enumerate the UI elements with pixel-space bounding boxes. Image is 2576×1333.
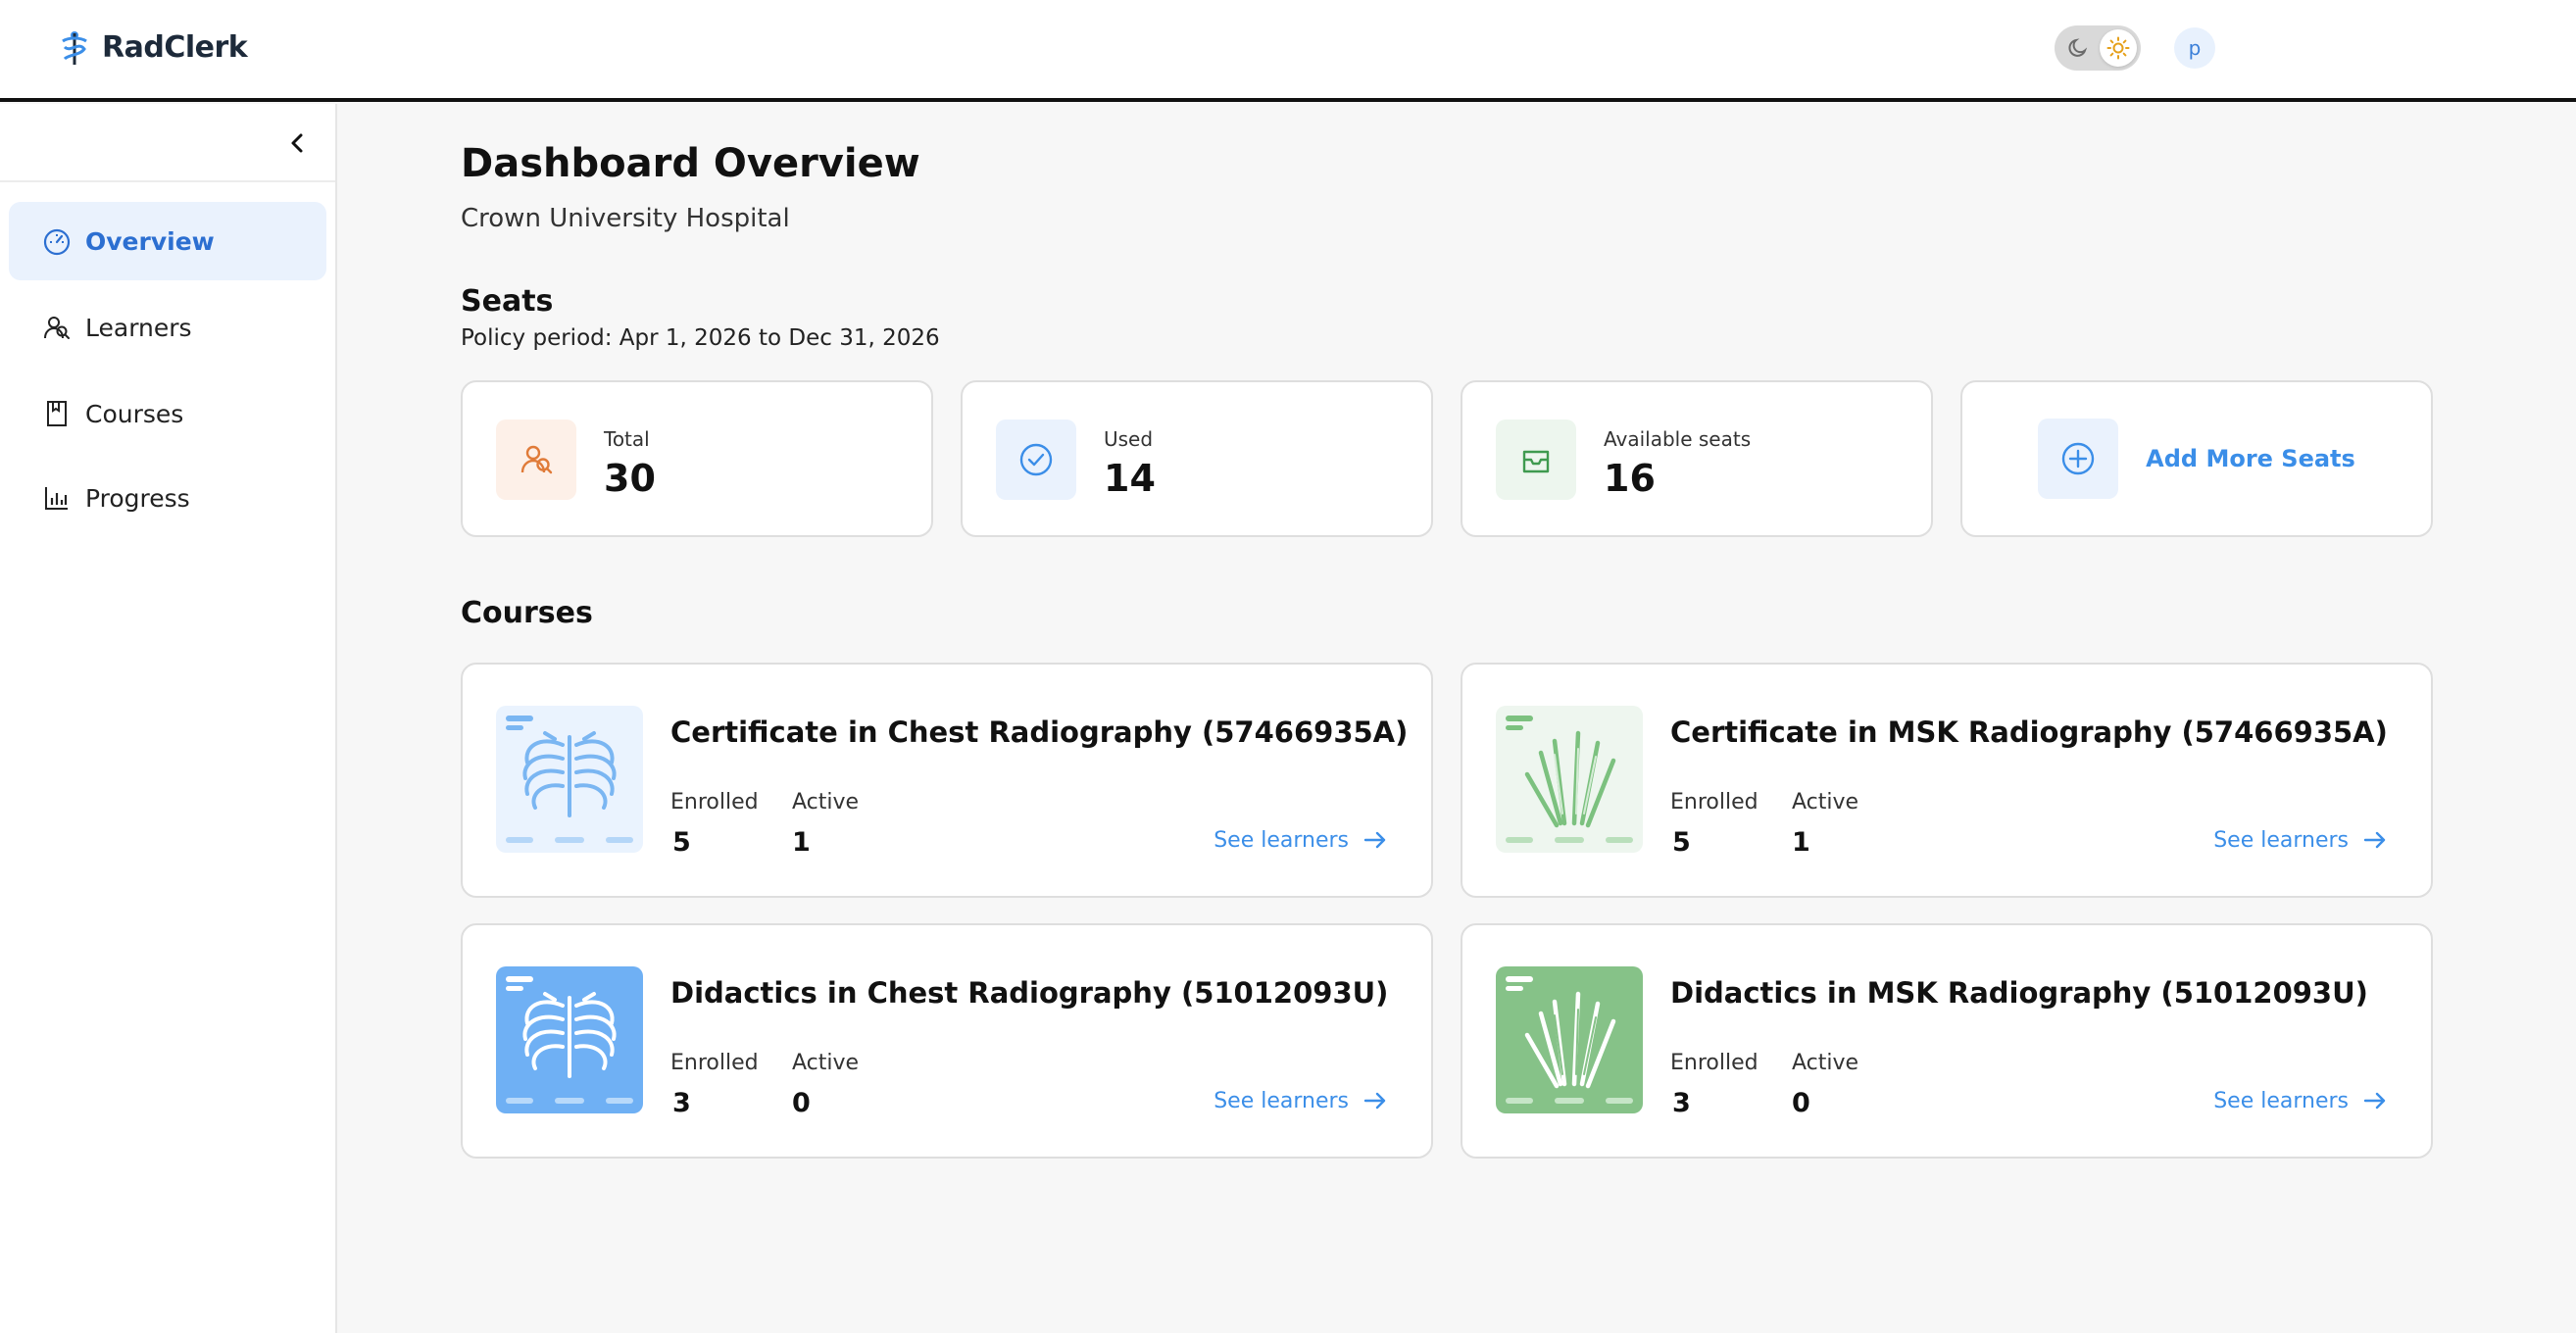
arrow-right-icon	[2363, 1092, 2386, 1110]
enrolled-label: Enrolled	[670, 1051, 759, 1075]
course-card: Certificate in Chest Radiography (574669…	[461, 663, 1433, 898]
available-seats-icon-box	[1496, 420, 1576, 500]
see-learners-label: See learners	[1214, 827, 1349, 853]
brand-name: RadClerk	[102, 29, 248, 65]
enrolled-count: 3	[672, 1088, 691, 1118]
arrow-right-icon	[2363, 831, 2386, 849]
stat-label: Available seats	[1604, 427, 1752, 451]
see-learners-label: See learners	[2213, 1088, 2349, 1113]
courses-heading: Courses	[461, 596, 593, 630]
users-icon	[44, 317, 70, 339]
sidebar: Overview Learners Courses Progress	[0, 104, 337, 1333]
course-thumbnail	[496, 966, 643, 1113]
inbox-icon	[1522, 450, 1550, 473]
hand-xray-icon	[1506, 716, 1633, 843]
stat-value: 16	[1604, 457, 1656, 500]
sidebar-item-overview[interactable]: Overview	[9, 202, 326, 280]
used-seats-icon-box	[996, 420, 1076, 500]
enrolled-label: Enrolled	[1670, 790, 1759, 815]
active-count: 0	[792, 1088, 811, 1118]
sidebar-item-courses[interactable]: Courses	[9, 374, 326, 453]
sidebar-item-label: Learners	[85, 313, 192, 342]
see-learners-link[interactable]: See learners	[1214, 827, 1388, 853]
see-learners-label: See learners	[1214, 1088, 1349, 1113]
course-thumbnail	[1496, 966, 1643, 1113]
bar-chart-icon	[45, 487, 68, 510]
stat-value: 14	[1104, 457, 1156, 500]
seats-heading: Seats	[461, 284, 554, 319]
add-more-seats-button[interactable]: Add More Seats	[1960, 380, 2433, 537]
chest-xray-icon	[506, 976, 633, 1104]
active-count: 1	[792, 827, 811, 858]
collapse-sidebar-button[interactable]	[280, 125, 316, 161]
course-title: Certificate in Chest Radiography (574669…	[670, 716, 1409, 749]
sun-icon	[2106, 36, 2130, 60]
stat-label: Total	[604, 427, 650, 451]
page-title: Dashboard Overview	[461, 141, 920, 186]
check-circle-icon	[1019, 443, 1053, 476]
total-seats-card: Total 30	[461, 380, 933, 537]
active-label: Active	[1792, 1051, 1859, 1075]
sidebar-divider	[0, 180, 335, 182]
active-label: Active	[792, 790, 860, 815]
logo[interactable]: RadClerk	[55, 27, 248, 67]
theme-toggle[interactable]	[2055, 25, 2141, 71]
sidebar-item-progress[interactable]: Progress	[9, 459, 326, 537]
add-seats-icon-box	[2038, 419, 2119, 499]
moon-icon	[2068, 38, 2088, 57]
course-thumbnail	[1496, 706, 1643, 853]
stat-label: Used	[1104, 427, 1154, 451]
chest-xray-icon	[506, 716, 633, 843]
see-learners-link[interactable]: See learners	[2213, 827, 2388, 853]
enrolled-label: Enrolled	[670, 790, 759, 815]
sidebar-item-learners[interactable]: Learners	[9, 288, 326, 367]
active-label: Active	[1792, 790, 1859, 815]
enrolled-count: 5	[672, 827, 691, 858]
total-seats-icon-box	[496, 420, 576, 500]
top-bar: RadClerk p	[0, 0, 2576, 102]
chevron-left-icon	[291, 133, 303, 153]
caduceus-logo-icon	[62, 31, 87, 65]
available-seats-card: Available seats 16	[1461, 380, 1933, 537]
hand-xray-icon	[1506, 976, 1633, 1104]
used-seats-card: Used 14	[961, 380, 1433, 537]
policy-period: Policy period: Apr 1, 2026 to Dec 31, 20…	[461, 325, 940, 351]
avatar[interactable]: p	[2174, 27, 2215, 69]
active-label: Active	[792, 1051, 860, 1075]
theme-toggle-knob	[2100, 29, 2137, 67]
course-card: Certificate in MSK Radiography (57466935…	[1461, 663, 2433, 898]
sidebar-item-label: Progress	[85, 483, 190, 513]
enrolled-count: 3	[1672, 1088, 1691, 1118]
course-title: Certificate in MSK Radiography (57466935…	[1670, 716, 2388, 749]
arrow-right-icon	[1363, 831, 1386, 849]
users-icon	[520, 445, 553, 474]
course-title: Didactics in MSK Radiography (51012093U)	[1670, 976, 2368, 1010]
see-learners-link[interactable]: See learners	[2213, 1088, 2388, 1113]
course-card: Didactics in Chest Radiography (51012093…	[461, 923, 1433, 1159]
see-learners-link[interactable]: See learners	[1214, 1088, 1388, 1113]
book-icon	[47, 401, 67, 426]
sidebar-item-label: Courses	[85, 399, 184, 428]
course-card: Didactics in MSK Radiography (51012093U)…	[1461, 923, 2433, 1159]
see-learners-label: See learners	[2213, 827, 2349, 853]
sidebar-item-label: Overview	[85, 226, 215, 256]
speedometer-icon	[43, 228, 71, 256]
plus-circle-icon	[2061, 442, 2095, 475]
course-title: Didactics in Chest Radiography (51012093…	[670, 976, 1389, 1010]
active-count: 1	[1792, 827, 1810, 858]
organization-name: Crown University Hospital	[461, 204, 790, 233]
active-count: 0	[1792, 1088, 1810, 1118]
stat-value: 30	[604, 457, 656, 500]
enrolled-count: 5	[1672, 827, 1691, 858]
course-thumbnail	[496, 706, 643, 853]
add-more-seats-label: Add More Seats	[2146, 445, 2355, 472]
arrow-right-icon	[1363, 1092, 1386, 1110]
enrolled-label: Enrolled	[1670, 1051, 1759, 1075]
